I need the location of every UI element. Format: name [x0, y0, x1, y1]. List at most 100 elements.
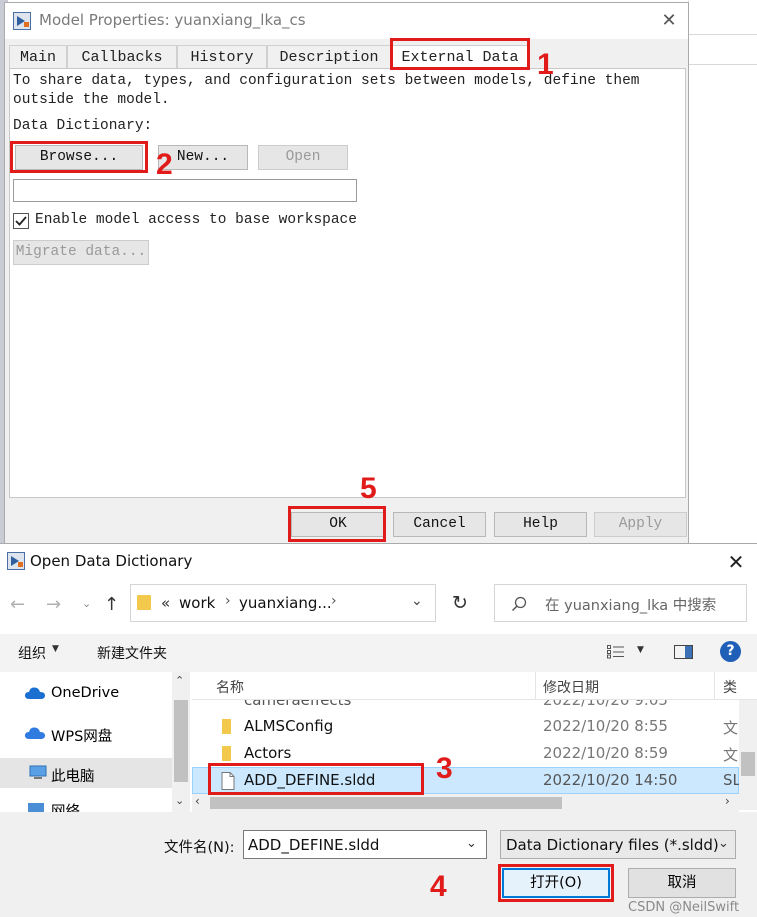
- tab-main[interactable]: Main: [9, 45, 67, 69]
- file-list-vertical-scrollbar[interactable]: [739, 700, 757, 810]
- back-arrow-icon[interactable]: ←: [10, 594, 25, 615]
- help-button[interactable]: Help: [494, 512, 587, 537]
- column-header-type[interactable]: 类: [723, 677, 737, 697]
- migrate-data-button[interactable]: Migrate data...: [13, 240, 149, 265]
- address-dropdown-icon[interactable]: ⌄: [411, 593, 423, 609]
- file-type: 文: [723, 719, 739, 737]
- filename-input[interactable]: ADD_DEFINE.sldd: [248, 836, 379, 854]
- apply-button[interactable]: Apply: [594, 512, 687, 537]
- nav-item-onedrive[interactable]: OneDrive: [51, 685, 119, 701]
- file-date: 2022/10/20 8:55: [543, 717, 668, 735]
- list-item[interactable]: cameraeffects 2022/10/20 9:05: [192, 700, 739, 708]
- description-text-line2: outside the model.: [13, 92, 170, 108]
- cancel-button[interactable]: 取消: [628, 868, 736, 898]
- refresh-icon[interactable]: ↻: [452, 592, 468, 614]
- filename-dropdown-icon[interactable]: ⌄: [466, 836, 477, 851]
- scroll-down-icon[interactable]: ⌄: [175, 794, 184, 807]
- dialog-title: Open Data Dictionary: [30, 552, 193, 570]
- folder-icon: [222, 746, 231, 761]
- preview-pane-icon[interactable]: [674, 645, 693, 659]
- base-workspace-checkbox[interactable]: [13, 213, 29, 229]
- file-list-horizontal-scrollbar[interactable]: ‹ ›: [192, 794, 739, 812]
- breadcrumb-work[interactable]: work: [179, 594, 215, 612]
- breadcrumb-overflow[interactable]: «: [161, 594, 170, 612]
- network-icon: [28, 803, 44, 812]
- dictionary-path-field[interactable]: [13, 179, 357, 202]
- nav-item-wps[interactable]: WPS网盘: [51, 725, 112, 746]
- breadcrumb-separator-icon: ›: [331, 593, 337, 609]
- breadcrumb-separator-icon: ›: [225, 593, 231, 609]
- wps-cloud-icon: [25, 727, 45, 739]
- filename-label: 文件名(N):: [164, 840, 235, 856]
- annotation-number-5: 5: [360, 472, 377, 505]
- nav-item-this-pc[interactable]: 此电脑: [51, 765, 95, 786]
- dialog-bottom-bar: 文件名(N): ADD_DEFINE.sldd ⌄ Data Dictionar…: [0, 812, 757, 917]
- annotation-box-ok-button: [288, 506, 386, 542]
- background-window-right: [688, 0, 757, 545]
- dialog-toolbar: 组织 ▼ 新建文件夹 ▼ ?: [0, 634, 757, 672]
- organize-dropdown-icon[interactable]: ▼: [52, 644, 59, 654]
- column-divider[interactable]: [714, 672, 715, 700]
- folder-icon: [137, 595, 151, 610]
- file-type: 文: [723, 746, 739, 764]
- forward-arrow-icon[interactable]: →: [46, 594, 61, 615]
- scroll-right-icon[interactable]: ›: [725, 794, 730, 808]
- model-properties-dialog: Model Properties: yuanxiang_lka_cs ✕ Mai…: [4, 2, 689, 544]
- organize-menu[interactable]: 组织: [18, 643, 46, 663]
- checkmark-icon: [15, 216, 27, 226]
- filter-dropdown-icon[interactable]: ⌄: [718, 836, 729, 851]
- nav-item-network[interactable]: 网络: [51, 800, 80, 812]
- recent-locations-chevron-icon[interactable]: ⌄: [82, 597, 91, 610]
- filename-combobox[interactable]: ADD_DEFINE.sldd ⌄: [243, 830, 487, 859]
- file-date: 2022/10/20 9:05: [543, 700, 668, 708]
- annotation-box-open-button: [498, 864, 614, 902]
- scroll-thumb[interactable]: [210, 797, 562, 809]
- column-header-date[interactable]: 修改日期: [543, 677, 599, 697]
- dialog-titlebar: Model Properties: yuanxiang_lka_cs ✕: [5, 3, 688, 39]
- view-dropdown-icon[interactable]: ▼: [637, 645, 644, 655]
- file-list-header: 名称 修改日期 类: [192, 672, 757, 700]
- annotation-number-3: 3: [436, 752, 453, 785]
- file-name: Actors: [244, 744, 292, 762]
- annotation-number-2: 2: [156, 148, 173, 181]
- file-type-filter[interactable]: Data Dictionary files (*.sldd) ⌄: [500, 830, 736, 859]
- simulink-app-icon: [7, 552, 25, 570]
- close-icon[interactable]: ✕: [657, 9, 681, 33]
- scroll-thumb[interactable]: [741, 752, 755, 776]
- scroll-thumb[interactable]: [174, 700, 188, 782]
- tab-callbacks[interactable]: Callbacks: [67, 45, 177, 69]
- tab-history[interactable]: History: [177, 45, 267, 69]
- breadcrumb-yuanxiang[interactable]: yuanxiang...: [239, 594, 332, 612]
- onedrive-icon: [25, 687, 45, 699]
- tab-description[interactable]: Description: [267, 45, 391, 69]
- up-arrow-icon[interactable]: ↑: [104, 594, 119, 615]
- cancel-button[interactable]: Cancel: [393, 512, 486, 537]
- watermark: CSDN @NeilSwift: [628, 900, 740, 915]
- open-dictionary-button[interactable]: Open: [258, 145, 348, 170]
- close-icon[interactable]: ✕: [722, 548, 750, 576]
- new-folder-button[interactable]: 新建文件夹: [97, 643, 167, 663]
- list-item[interactable]: ALMSConfig 2022/10/20 8:55 文: [192, 713, 739, 740]
- scroll-up-icon[interactable]: ⌃: [175, 674, 184, 687]
- file-date: 2022/10/20 14:50: [543, 771, 678, 789]
- file-date: 2022/10/20 8:59: [543, 744, 668, 762]
- annotation-box-selected-file: [208, 763, 424, 795]
- address-bar[interactable]: « work › yuanxiang... › ⌄: [130, 584, 436, 622]
- search-box[interactable]: 在 yuanxiang_lka 中搜索: [494, 584, 747, 622]
- column-header-name[interactable]: 名称: [216, 677, 244, 697]
- navigation-pane: OneDrive WPS网盘 此电脑 网络: [0, 672, 190, 812]
- dialog-title: Model Properties: yuanxiang_lka_cs: [39, 11, 306, 29]
- data-dictionary-label: Data Dictionary:: [13, 118, 153, 134]
- annotation-box-external-data: [390, 38, 530, 70]
- column-divider[interactable]: [535, 672, 536, 700]
- help-icon[interactable]: ?: [720, 641, 741, 662]
- simulink-app-icon: [13, 12, 31, 30]
- open-data-dictionary-dialog: Open Data Dictionary ✕ ← → ⌄ ↑ « work › …: [0, 543, 757, 917]
- annotation-number-1: 1: [537, 48, 554, 81]
- scroll-left-icon[interactable]: ‹: [195, 794, 200, 808]
- view-options-icon[interactable]: [607, 645, 625, 659]
- file-name: ALMSConfig: [244, 717, 334, 735]
- annotation-box-browse: [10, 141, 148, 173]
- annotation-number-4: 4: [430, 870, 447, 903]
- nav-scrollbar[interactable]: ⌃ ⌄: [172, 672, 190, 812]
